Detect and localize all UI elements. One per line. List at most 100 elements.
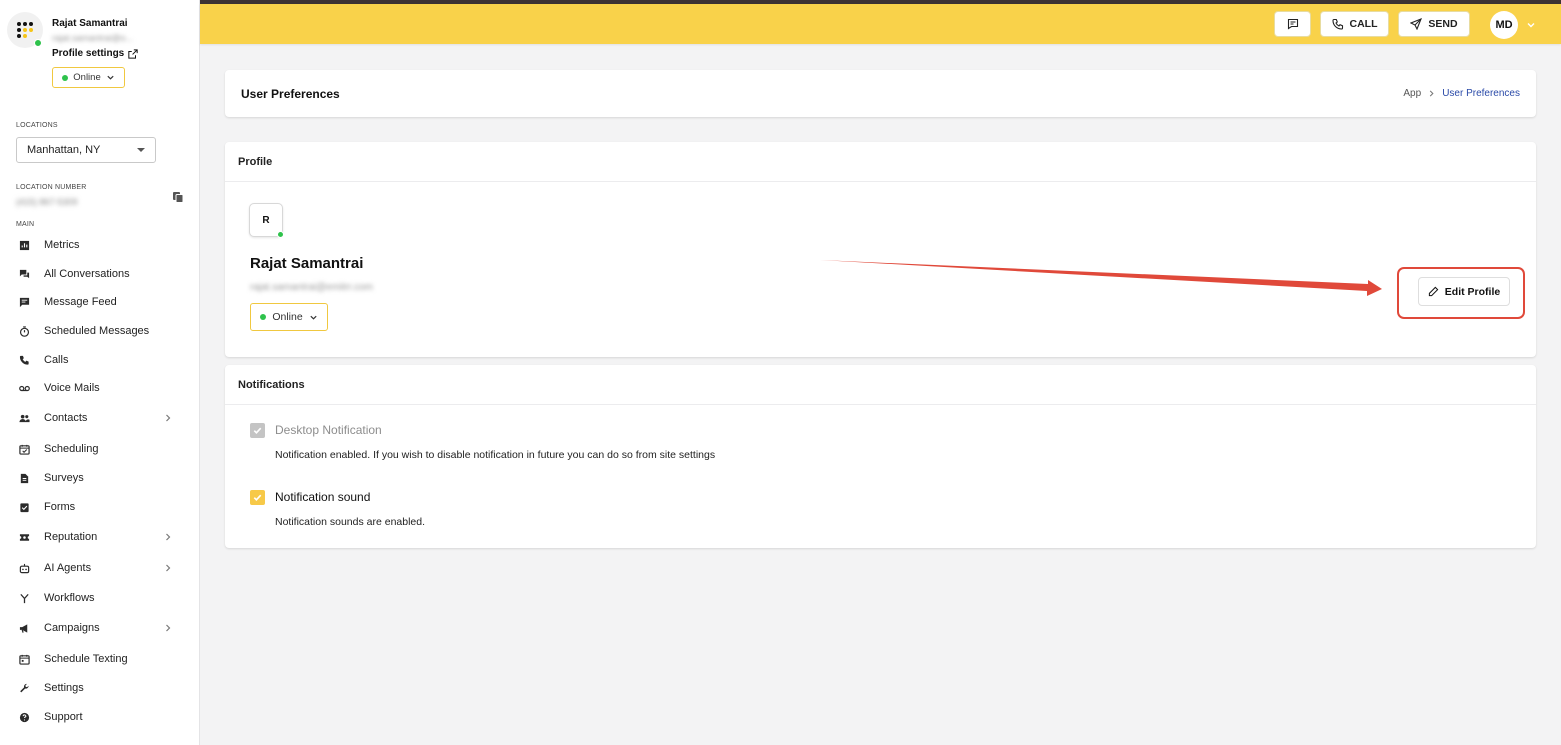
document-icon (18, 472, 30, 484)
sidebar-item-workflows[interactable]: Workflows (0, 585, 200, 611)
caret-down-icon (137, 148, 145, 152)
megaphone-icon (18, 622, 30, 634)
chevron-right-icon (166, 533, 171, 541)
sidebar-item-settings[interactable]: Settings (0, 675, 200, 701)
page-title: User Preferences (241, 87, 340, 101)
profile-card: Profile R Rajat Samantrai rajat.samantra… (225, 142, 1536, 357)
profile-section-title: Profile (225, 142, 1536, 182)
online-status-dot (34, 39, 42, 47)
sidebar-item-ai-agents[interactable]: AI Agents (0, 555, 200, 581)
copy-icon[interactable] (172, 191, 184, 203)
desktop-notification-checkbox[interactable] (250, 423, 265, 438)
sidebar: Rajat Samantrai rajat.samantrai@o... Pro… (0, 0, 200, 745)
sidebar-item-message-feed[interactable]: Message Feed (0, 289, 200, 315)
locations-label: LOCATIONS (16, 122, 58, 129)
sidebar-user-email: rajat.samantrai@o... (52, 33, 134, 43)
sidebar-item-label: Metrics (44, 239, 80, 251)
fork-icon (18, 592, 30, 604)
message-icon (18, 296, 30, 308)
sidebar-item-label: Workflows (44, 592, 95, 604)
timer-icon (18, 325, 30, 337)
desktop-notification-label: Desktop Notification (275, 423, 382, 437)
sidebar-item-voice-mails[interactable]: Voice Mails (0, 375, 200, 401)
sidebar-item-label: Message Feed (44, 296, 117, 308)
sidebar-item-metrics[interactable]: Metrics (0, 232, 200, 258)
sidebar-item-label: Scheduled Messages (44, 325, 150, 337)
notifications-card: Notifications Desktop Notification Notif… (225, 365, 1536, 548)
topbar: CALL SEND MD (200, 4, 1561, 44)
voicemail-icon (18, 382, 30, 394)
sidebar-item-label: All Conversations (44, 268, 130, 280)
send-icon (1410, 18, 1423, 30)
sidebar-user-name: Rajat Samantrai (52, 18, 128, 29)
sidebar-item-all-conversations[interactable]: All Conversations (0, 261, 200, 287)
bar-chart-icon (18, 239, 30, 251)
sidebar-item-surveys[interactable]: Surveys (0, 465, 200, 491)
chevron-right-icon (166, 564, 171, 572)
chevron-down-icon (310, 315, 317, 320)
help-icon (18, 711, 30, 723)
profile-settings-link[interactable]: Profile settings (52, 48, 138, 59)
sidebar-item-forms[interactable]: Forms (0, 494, 200, 520)
sidebar-item-contacts[interactable]: Contacts (0, 405, 200, 431)
location-number-label: LOCATION NUMBER (16, 184, 87, 191)
notification-sound-checkbox[interactable] (250, 490, 265, 505)
sidebar-item-schedule-texting[interactable]: Schedule Texting (0, 646, 200, 672)
sidebar-item-support[interactable]: Support (0, 704, 200, 730)
location-number-value: (415) 867-5309 (16, 197, 78, 207)
sidebar-item-label: Support (44, 711, 83, 723)
external-link-icon (128, 48, 138, 59)
notifications-section-title: Notifications (225, 365, 1536, 405)
sidebar-item-scheduled-messages[interactable]: Scheduled Messages (0, 318, 200, 344)
sidebar-item-label: Scheduling (44, 443, 99, 455)
breadcrumb-app-link[interactable]: App (1403, 88, 1421, 99)
breadcrumb-current: User Preferences (1442, 88, 1520, 99)
profile-name: Rajat Samantrai (250, 255, 364, 272)
chevron-right-icon (1430, 90, 1434, 97)
sidebar-item-calls[interactable]: Calls (0, 347, 200, 373)
sidebar-status-select[interactable]: Online (52, 67, 125, 88)
check-icon (253, 494, 262, 501)
desktop-notification-description: Notification enabled. If you wish to dis… (275, 449, 716, 461)
profile-email: rajat.samantrai@emitrr.com (250, 282, 373, 293)
clipboard-check-icon (18, 501, 30, 513)
chat-icon (1287, 18, 1298, 30)
sidebar-item-label: Campaigns (44, 622, 100, 634)
sidebar-item-campaigns[interactable]: Campaigns (0, 615, 200, 641)
sidebar-item-scheduling[interactable]: Scheduling (0, 436, 200, 462)
breadcrumb: App User Preferences (1403, 88, 1520, 99)
people-icon (18, 412, 30, 424)
sidebar-item-label: Forms (44, 501, 76, 513)
sidebar-item-label: AI Agents (44, 562, 92, 574)
sidebar-item-label: Surveys (44, 472, 84, 484)
phone-icon (1331, 18, 1343, 30)
profile-status-select[interactable]: Online (250, 303, 328, 331)
robot-icon (18, 562, 30, 574)
location-select[interactable]: Manhattan, NY (16, 137, 156, 163)
pencil-icon (1428, 286, 1439, 297)
user-avatar-button[interactable]: MD (1490, 11, 1518, 39)
notification-sound-label: Notification sound (275, 490, 371, 504)
online-dot-icon (260, 314, 267, 320)
sidebar-item-reputation[interactable]: Reputation (0, 524, 200, 550)
main-section-label: MAIN (16, 221, 35, 228)
chat-button[interactable] (1274, 11, 1311, 37)
send-button[interactable]: SEND (1398, 11, 1470, 37)
online-status-dot (277, 231, 284, 238)
chevron-down-icon[interactable] (1526, 20, 1536, 30)
brand-logo[interactable] (7, 12, 43, 48)
sidebar-item-label: Voice Mails (44, 382, 100, 394)
wrench-icon (18, 682, 30, 694)
sidebar-item-label: Schedule Texting (44, 653, 128, 665)
online-dot-icon (62, 74, 69, 81)
notification-sound-description: Notification sounds are enabled. (275, 516, 426, 528)
chevron-down-icon (107, 75, 114, 80)
chevron-right-icon (166, 624, 171, 632)
chat-bubbles-icon (18, 268, 30, 280)
sidebar-item-label: Calls (44, 354, 69, 366)
sidebar-item-label: Contacts (44, 412, 88, 424)
call-button[interactable]: CALL (1320, 11, 1389, 37)
edit-profile-button[interactable]: Edit Profile (1418, 277, 1510, 306)
page-header-card: User Preferences App User Preferences (225, 70, 1536, 117)
phone-icon (18, 354, 30, 366)
